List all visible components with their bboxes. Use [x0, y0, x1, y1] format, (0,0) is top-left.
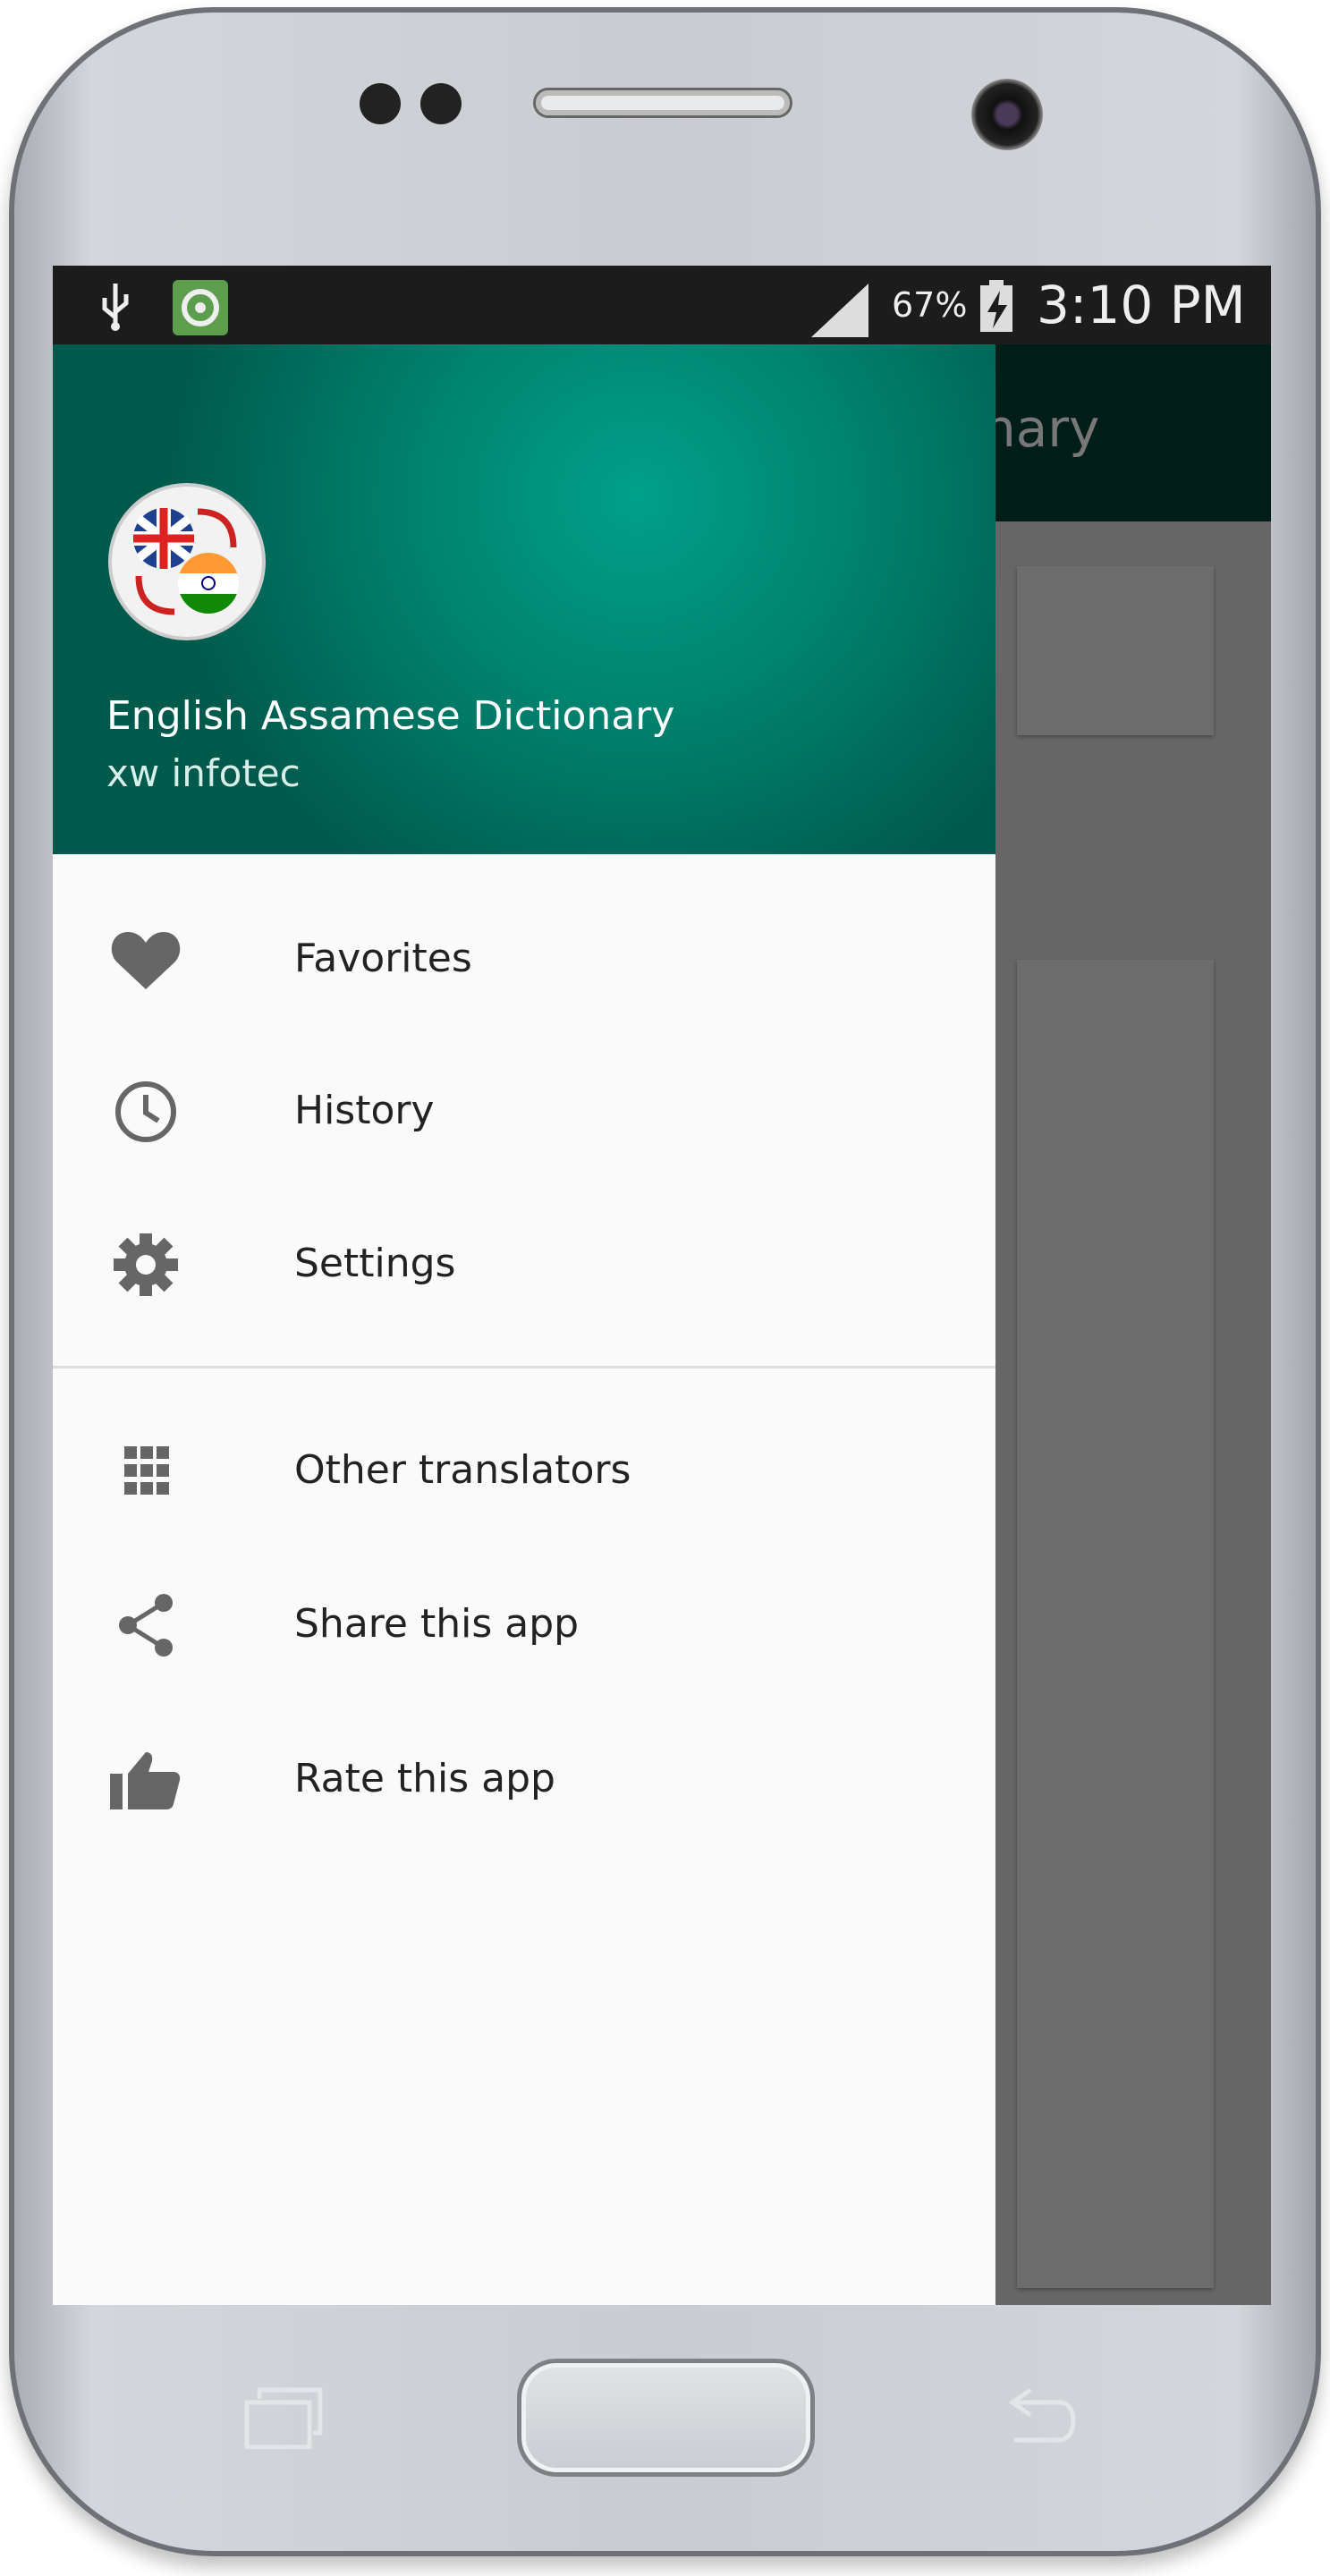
recent-apps-button[interactable]: [243, 2386, 324, 2449]
app-notification-icon: [173, 280, 228, 335]
drawer-header: English Assamese Dictionary xw infotec: [53, 344, 995, 854]
heart-icon: [111, 932, 181, 989]
menu-item-label: History: [294, 1088, 435, 1133]
drawer-developer: xw infotec: [106, 751, 301, 795]
usb-icon: [102, 284, 129, 331]
app-logo: [108, 483, 266, 640]
clock-icon: [115, 1081, 176, 1142]
menu-item-label: Other translators: [294, 1447, 631, 1493]
menu-item-settings[interactable]: Settings: [53, 1198, 995, 1332]
menu-item-label: Favorites: [294, 936, 472, 981]
divider: [53, 1366, 995, 1368]
battery-percent: 67%: [892, 285, 968, 325]
navigation-drawer: English Assamese Dictionary xw infotec F…: [53, 344, 995, 2305]
battery-charging-icon: [980, 280, 1012, 332]
app-title: nary: [983, 398, 1100, 459]
sensor-icon: [420, 83, 462, 124]
speaker-icon: [533, 88, 792, 118]
clock: 3:10 PM: [1037, 275, 1246, 335]
status-bar: 67% 3:10 PM: [53, 266, 1271, 344]
menu-item-label: Settings: [294, 1241, 456, 1286]
screen: 67% 3:10 PM nary English Assamese Dictio…: [53, 266, 1271, 2305]
drawer-app-name: English Assamese Dictionary: [106, 693, 675, 739]
search-card: [1017, 566, 1214, 735]
menu-item-favorites[interactable]: Favorites: [53, 893, 995, 1027]
home-button[interactable]: [517, 2359, 815, 2477]
menu-item-rate[interactable]: Rate this app: [53, 1713, 995, 1847]
grid-icon: [124, 1446, 169, 1495]
gear-icon: [114, 1233, 178, 1296]
camera-icon: [971, 79, 1043, 150]
menu-item-share[interactable]: Share this app: [53, 1558, 995, 1692]
sensor-icon: [360, 83, 401, 124]
signal-icon: [811, 284, 868, 337]
content-card: [1017, 960, 1214, 2288]
menu-item-history[interactable]: History: [53, 1045, 995, 1179]
menu-item-label: Rate this app: [294, 1756, 555, 1801]
menu-item-other-translators[interactable]: Other translators: [53, 1404, 995, 1538]
back-button[interactable]: [1004, 2386, 1084, 2449]
thumbs-up-icon: [110, 1752, 181, 1809]
menu-item-label: Share this app: [294, 1601, 580, 1647]
share-icon: [119, 1594, 173, 1657]
